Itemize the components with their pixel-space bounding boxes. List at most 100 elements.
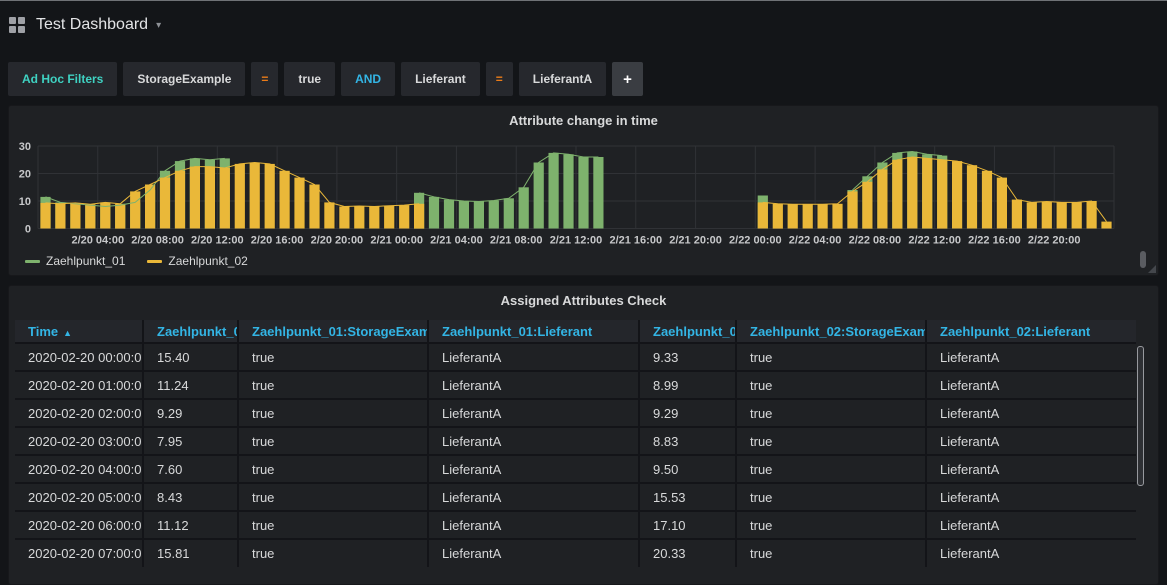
table-cell: 2020-02-20 02:00:00 xyxy=(15,399,143,427)
table-cell: LieferantA xyxy=(428,427,639,455)
table-body: 2020-02-20 00:00:0015.40trueLieferantA9.… xyxy=(15,343,1136,567)
table-cell: 7.95 xyxy=(143,427,238,455)
svg-text:2/22 00:00: 2/22 00:00 xyxy=(729,235,782,247)
table-row: 2020-02-20 02:00:009.29trueLieferantA9.2… xyxy=(15,399,1136,427)
apps-grid-icon[interactable] xyxy=(9,17,25,33)
svg-text:2/22 08:00: 2/22 08:00 xyxy=(849,235,902,247)
attributes-table: Time▲Zaehlpunkt_01Zaehlpunkt_01:StorageE… xyxy=(15,320,1136,567)
table-cell: 8.43 xyxy=(143,483,238,511)
table-cell: 9.29 xyxy=(143,399,238,427)
table-cell: 11.24 xyxy=(143,371,238,399)
table-cell: true xyxy=(736,483,926,511)
svg-text:2/20 08:00: 2/20 08:00 xyxy=(131,235,184,247)
table-cell: LieferantA xyxy=(926,511,1136,539)
column-header-zaehlpunkt-02[interactable]: Zaehlpunkt_02 xyxy=(639,320,736,343)
table-cell: 2020-02-20 03:00:00 xyxy=(15,427,143,455)
table-cell: LieferantA xyxy=(926,483,1136,511)
table-cell: 9.33 xyxy=(639,343,736,371)
table-row: 2020-02-20 04:00:007.60trueLieferantA9.5… xyxy=(15,455,1136,483)
table-cell: LieferantA xyxy=(428,511,639,539)
table-header: Time▲Zaehlpunkt_01Zaehlpunkt_01:StorageE… xyxy=(15,320,1136,343)
svg-text:2/20 20:00: 2/20 20:00 xyxy=(311,235,364,247)
table-row: 2020-02-20 05:00:008.43trueLieferantA15.… xyxy=(15,483,1136,511)
chart-panel-resize-handle[interactable] xyxy=(1148,265,1156,273)
chart-legend: Zaehlpunkt_01 Zaehlpunkt_02 xyxy=(25,254,248,268)
table-cell: 15.53 xyxy=(639,483,736,511)
add-filter-button[interactable]: + xyxy=(612,62,643,96)
svg-text:2/22 16:00: 2/22 16:00 xyxy=(968,235,1021,247)
chart-panel-title[interactable]: Attribute change in time xyxy=(9,106,1158,128)
table-cell: 2020-02-20 00:00:00 xyxy=(15,343,143,371)
filter-operator-chip[interactable]: = xyxy=(486,62,513,96)
table-cell: true xyxy=(238,427,428,455)
svg-text:0: 0 xyxy=(25,224,31,236)
svg-text:2/20 04:00: 2/20 04:00 xyxy=(71,235,124,247)
legend-label: Zaehlpunkt_01 xyxy=(46,254,125,268)
legend-color-dash xyxy=(147,260,162,263)
table-cell: true xyxy=(736,427,926,455)
svg-text:2/21 20:00: 2/21 20:00 xyxy=(669,235,722,247)
table-panel: Assigned Attributes Check Time▲Zaehlpunk… xyxy=(8,285,1159,585)
table-cell: LieferantA xyxy=(926,427,1136,455)
column-header-zaehlpunkt-02-lieferant[interactable]: Zaehlpunkt_02:Lieferant xyxy=(926,320,1136,343)
svg-text:2/22 20:00: 2/22 20:00 xyxy=(1028,235,1081,247)
filter-key-chip[interactable]: StorageExample xyxy=(123,62,245,96)
table-scrollbar-thumb[interactable] xyxy=(1137,346,1144,486)
svg-text:20: 20 xyxy=(19,169,31,181)
dashboard-title[interactable]: Test Dashboard xyxy=(36,16,148,34)
table-cell: true xyxy=(238,455,428,483)
table-row: 2020-02-20 03:00:007.95trueLieferantA8.8… xyxy=(15,427,1136,455)
table-cell: true xyxy=(238,343,428,371)
column-header-time[interactable]: Time▲ xyxy=(15,320,143,343)
filter-key-chip[interactable]: Lieferant xyxy=(401,62,480,96)
column-header-zaehlpunkt-01[interactable]: Zaehlpunkt_01 xyxy=(143,320,238,343)
svg-text:2/21 04:00: 2/21 04:00 xyxy=(430,235,483,247)
table-cell: true xyxy=(238,399,428,427)
table-cell: 2020-02-20 01:00:00 xyxy=(15,371,143,399)
table-cell: 15.40 xyxy=(143,343,238,371)
table-cell: LieferantA xyxy=(926,455,1136,483)
svg-text:2/21 12:00: 2/21 12:00 xyxy=(550,235,603,247)
filter-value-chip[interactable]: LieferantA xyxy=(519,62,606,96)
table-cell: LieferantA xyxy=(926,343,1136,371)
top-bar: Test Dashboard ▾ xyxy=(0,1,1167,49)
table-cell: 8.83 xyxy=(639,427,736,455)
table-cell: 9.29 xyxy=(639,399,736,427)
table-cell: LieferantA xyxy=(926,371,1136,399)
table-cell: 2020-02-20 06:00:00 xyxy=(15,511,143,539)
chart-scrollbar-thumb[interactable] xyxy=(1140,251,1146,268)
table-row: 2020-02-20 01:00:0011.24trueLieferantA8.… xyxy=(15,371,1136,399)
column-header-zaehlpunkt-01-lieferant[interactable]: Zaehlpunkt_01:Lieferant xyxy=(428,320,639,343)
table-cell: 7.60 xyxy=(143,455,238,483)
sort-ascending-icon: ▲ xyxy=(63,328,72,338)
table-cell: LieferantA xyxy=(428,343,639,371)
table-row: 2020-02-20 00:00:0015.40trueLieferantA9.… xyxy=(15,343,1136,371)
svg-text:2/20 12:00: 2/20 12:00 xyxy=(191,235,244,247)
svg-text:2/22 04:00: 2/22 04:00 xyxy=(789,235,842,247)
table-cell: LieferantA xyxy=(428,371,639,399)
legend-item-zaehlpunkt_01[interactable]: Zaehlpunkt_01 xyxy=(25,254,125,268)
legend-item-zaehlpunkt_02[interactable]: Zaehlpunkt_02 xyxy=(147,254,247,268)
chevron-down-icon[interactable]: ▾ xyxy=(156,20,161,31)
filter-condition-chip[interactable]: AND xyxy=(341,62,395,96)
table-cell: LieferantA xyxy=(428,483,639,511)
table-row: 2020-02-20 06:00:0011.12trueLieferantA17… xyxy=(15,511,1136,539)
table-cell: LieferantA xyxy=(428,399,639,427)
column-header-zaehlpunkt-01-storageexample[interactable]: Zaehlpunkt_01:StorageExample xyxy=(238,320,428,343)
table-cell: true xyxy=(736,455,926,483)
svg-text:2/22 12:00: 2/22 12:00 xyxy=(908,235,961,247)
legend-label: Zaehlpunkt_02 xyxy=(168,254,247,268)
legend-color-dash xyxy=(25,260,40,263)
filter-operator-chip[interactable]: = xyxy=(251,62,278,96)
ad-hoc-filter-bar: Ad Hoc Filters StorageExample=trueANDLie… xyxy=(8,62,643,96)
table-panel-title[interactable]: Assigned Attributes Check xyxy=(9,286,1158,308)
ad-hoc-filters-label: Ad Hoc Filters xyxy=(8,62,117,96)
table-cell: 8.99 xyxy=(639,371,736,399)
column-header-zaehlpunkt-02-storageexample[interactable]: Zaehlpunkt_02:StorageExample xyxy=(736,320,926,343)
filter-value-chip[interactable]: true xyxy=(284,62,335,96)
timeseries-chart[interactable]: 01020302/20 04:002/20 08:002/20 12:002/2… xyxy=(9,132,1154,252)
table-cell: true xyxy=(736,343,926,371)
svg-text:30: 30 xyxy=(19,141,31,153)
table-cell: 2020-02-20 04:00:00 xyxy=(15,455,143,483)
chart-panel: Attribute change in time 01020302/20 04:… xyxy=(8,105,1159,276)
